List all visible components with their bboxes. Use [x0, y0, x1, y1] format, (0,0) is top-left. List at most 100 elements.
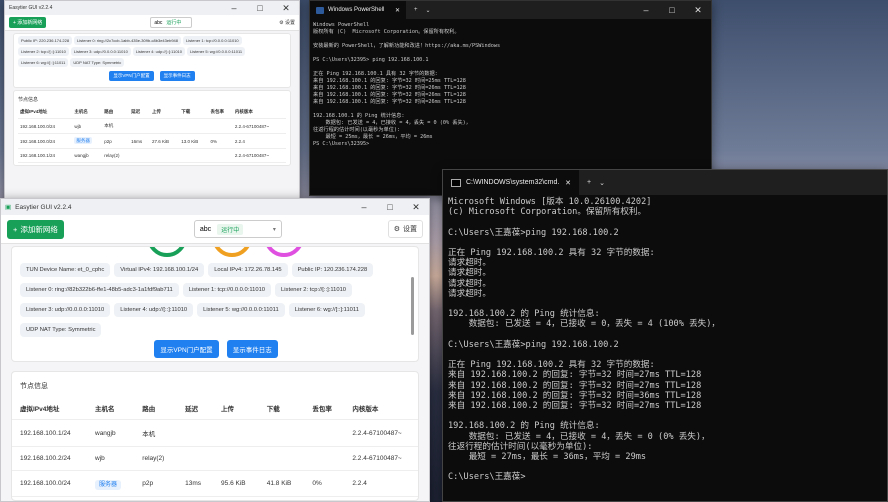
info-tag: TUN Device Name: et_0_cphc	[20, 263, 111, 277]
table-row[interactable]: 192.168.100.0/24 服务器 p2p 13ms 95.6 KiB 41.8 K…	[12, 470, 418, 497]
new-tab-icon[interactable]: +	[406, 7, 426, 13]
table-cell: wjb	[87, 446, 135, 471]
terminal-line: 数据包: 已发送 = 4，已接收 = 4，丢失 = 0 (0% 丢失)，	[313, 120, 471, 126]
settings-button[interactable]: ⚙ 设置	[387, 220, 423, 238]
table-row[interactable]: 192.168.100.1/24 wangjb relay(2) 2.2.4-6710…	[18, 148, 286, 163]
table-cell: 0%	[208, 133, 233, 149]
add-network-button[interactable]: + 添加新网络	[9, 17, 47, 28]
maximize-icon[interactable]: □	[247, 3, 273, 13]
minimize-icon[interactable]: –	[633, 5, 659, 15]
info-tag: Listener 4: udp://[::]:11010	[114, 303, 194, 317]
info-tag: Listener 3: udp://0.0.0.0:11010	[20, 303, 111, 317]
app-logo-icon: ▣	[5, 204, 12, 211]
network-info-card: Public IP: 220.236.174.228 Listener 0: ri…	[13, 33, 291, 88]
terminal-line: 安装最新的 PowerShell，了解新功能和改进！https://aka.ms…	[313, 43, 501, 49]
maximize-icon[interactable]: □	[377, 202, 403, 212]
terminal-line: 请求超时。	[448, 288, 491, 299]
terminal-line: 正在 Ping 192.168.100.2 具有 32 字节的数据:	[448, 248, 655, 259]
info-tag: Public IP: 120.236.174.228	[291, 263, 374, 277]
column-header: 延迟	[129, 106, 150, 119]
table-cell: 0%	[304, 470, 345, 497]
tab-cmd[interactable]: C:\WINDOWS\system32\cmd. ✕	[443, 170, 579, 195]
close-icon[interactable]: ✕	[273, 3, 299, 14]
minimize-icon[interactable]: –	[221, 3, 247, 13]
status-ring	[212, 247, 252, 257]
table-cell	[179, 148, 209, 163]
column-header: 路由	[134, 397, 178, 420]
column-header: 主机名	[72, 106, 103, 119]
add-network-button[interactable]: + 添加新网络	[7, 219, 64, 239]
table-row[interactable]: 192.168.100.0/24 wjb 本机 2.2.4-67100487~	[18, 118, 286, 134]
table-cell	[149, 118, 180, 134]
table-cell	[213, 419, 259, 447]
table-cell: 13.0 KiB	[179, 133, 209, 149]
cmd-window[interactable]: C:\WINDOWS\system32\cmd. ✕ + ⌄ Microsoft…	[442, 169, 888, 502]
terminal-line: 192.168.100.2 的 Ping 统计信息:	[448, 421, 600, 432]
info-tag: UDP NAT Type: Symmetric	[70, 58, 125, 67]
info-tag: Listener 5: wg://0.0.0.0:11011	[187, 47, 246, 56]
info-tag: Listener 0: ring://82b322b6-ffe1-48b5-ad…	[20, 283, 179, 297]
vpn-portal-button[interactable]: 显示VPN门户配置	[109, 71, 154, 81]
info-tag: Local IPv4: 172.26.78.145	[208, 263, 288, 277]
hostname-badge: 服务器	[95, 480, 122, 490]
window-title: Easytier GUI v2.2.4	[15, 203, 72, 211]
maximize-icon[interactable]: □	[659, 5, 685, 15]
add-network-label: 添加新网络	[20, 224, 58, 234]
table-cell: 服务器	[87, 470, 135, 497]
column-header: 路由	[102, 106, 130, 119]
chevron-down-icon: ▾	[272, 226, 276, 233]
table-cell: 16ms	[129, 133, 150, 149]
status-ring	[147, 247, 187, 257]
table-cell: 41.8 KiB	[258, 470, 305, 497]
easytier-window[interactable]: ▣ Easytier GUI v2.2.4 – □ ✕ + 添加新网络 abc …	[0, 198, 430, 502]
title-bar[interactable]: Windows PowerShell ✕ + ⌄ – □ ✕	[310, 1, 711, 19]
table-row[interactable]: 192.168.100.2/24 wjb relay(2) 2.2.4-6710048…	[12, 446, 418, 471]
terminal-line: Microsoft Windows [版本 10.0.26100.4202]	[448, 197, 652, 207]
close-icon[interactable]: ✕	[403, 202, 429, 213]
close-tab-icon[interactable]: ✕	[395, 7, 400, 14]
section-title: 节点信息	[20, 383, 48, 390]
table-cell: 192.168.100.2/24	[12, 446, 87, 471]
vpn-portal-button[interactable]: 显示VPN门户配置	[154, 340, 219, 358]
network-select[interactable]: abc 运行中 ▾	[193, 220, 282, 238]
info-tag: Listener 1: tcp://0.0.0.0:11010	[183, 36, 242, 45]
terminal-line: 来自 192.168.100.2 的回复: 字节=32 时间=27ms TTL=…	[448, 380, 702, 391]
title-bar[interactable]: C:\WINDOWS\system32\cmd. ✕ + ⌄	[443, 170, 887, 195]
column-header: 下载	[179, 106, 209, 119]
column-header: 主机名	[87, 397, 135, 420]
card-actions: 显示VPN门户配置 显示事件日志	[12, 340, 418, 358]
terminal-line: 正在 Ping 192.168.100.2 具有 32 字节的数据:	[448, 360, 655, 371]
table-cell: p2p	[134, 470, 178, 497]
table-cell: 27.6 KiB	[149, 133, 180, 149]
settings-label: 设置	[403, 226, 417, 233]
section-title: 节点信息	[18, 97, 39, 103]
terminal-line: 正在 Ping 192.168.100.1 具有 32 字节的数据:	[313, 71, 438, 77]
settings-button[interactable]: ⚙ 设置	[279, 19, 295, 26]
terminal-output[interactable]: Windows PowerShell 版权所有 (C) Microsoft Cor…	[310, 19, 711, 151]
event-log-button[interactable]: 显示事件日志	[226, 340, 278, 358]
event-log-button[interactable]: 显示事件日志	[159, 71, 195, 81]
info-tag: Public IP: 220.236.174.228	[18, 36, 73, 45]
terminal-line: 版权所有 (C) Microsoft Corporation。保留所有权利。	[313, 29, 460, 35]
close-icon[interactable]: ✕	[685, 5, 711, 16]
title-bar[interactable]: ▣ Easytier GUI v2.2.4 – □ ✕	[1, 199, 429, 215]
table-row[interactable]: 192.168.100.1/24 wangjb 本机 2.2.4-67100487~	[12, 419, 418, 447]
easytier-window-back[interactable]: Easytier GUI v2.2.4 – □ ✕ + 添加新网络 abc 运行中…	[4, 0, 300, 200]
info-tags: TUN Device Name: et_0_cphc Virtual IPv4: …	[20, 263, 410, 337]
chevron-down-icon[interactable]: ⌄	[426, 7, 431, 14]
powershell-window[interactable]: Windows PowerShell ✕ + ⌄ – □ ✕ Windows P…	[309, 0, 712, 196]
new-tab-icon[interactable]: +	[579, 179, 599, 186]
minimize-icon[interactable]: –	[351, 202, 377, 212]
scrollbar[interactable]	[411, 277, 414, 335]
network-select[interactable]: abc 运行中	[150, 17, 193, 28]
table-row[interactable]: 192.168.100.0/24 服务器 p2p 16ms 27.6 KiB 13.0 K…	[18, 133, 286, 149]
close-tab-icon[interactable]: ✕	[565, 179, 571, 187]
terminal-output[interactable]: Microsoft Windows [版本 10.0.26100.4202] (c…	[443, 195, 887, 485]
table-header-row: 虚拟IPv4地址 主机名 路由 延迟 上传 下载 丢包率 内核版本	[18, 106, 286, 119]
title-bar[interactable]: Easytier GUI v2.2.4 – □ ✕	[5, 1, 299, 15]
peer-info-card: 节点信息 虚拟IPv4地址 主机名 路由 延迟 上传 下载 丢包率 内核版本 192.168.1…	[11, 371, 419, 501]
tab-powershell[interactable]: Windows PowerShell ✕	[310, 1, 406, 19]
chevron-down-icon[interactable]: ⌄	[599, 179, 605, 187]
